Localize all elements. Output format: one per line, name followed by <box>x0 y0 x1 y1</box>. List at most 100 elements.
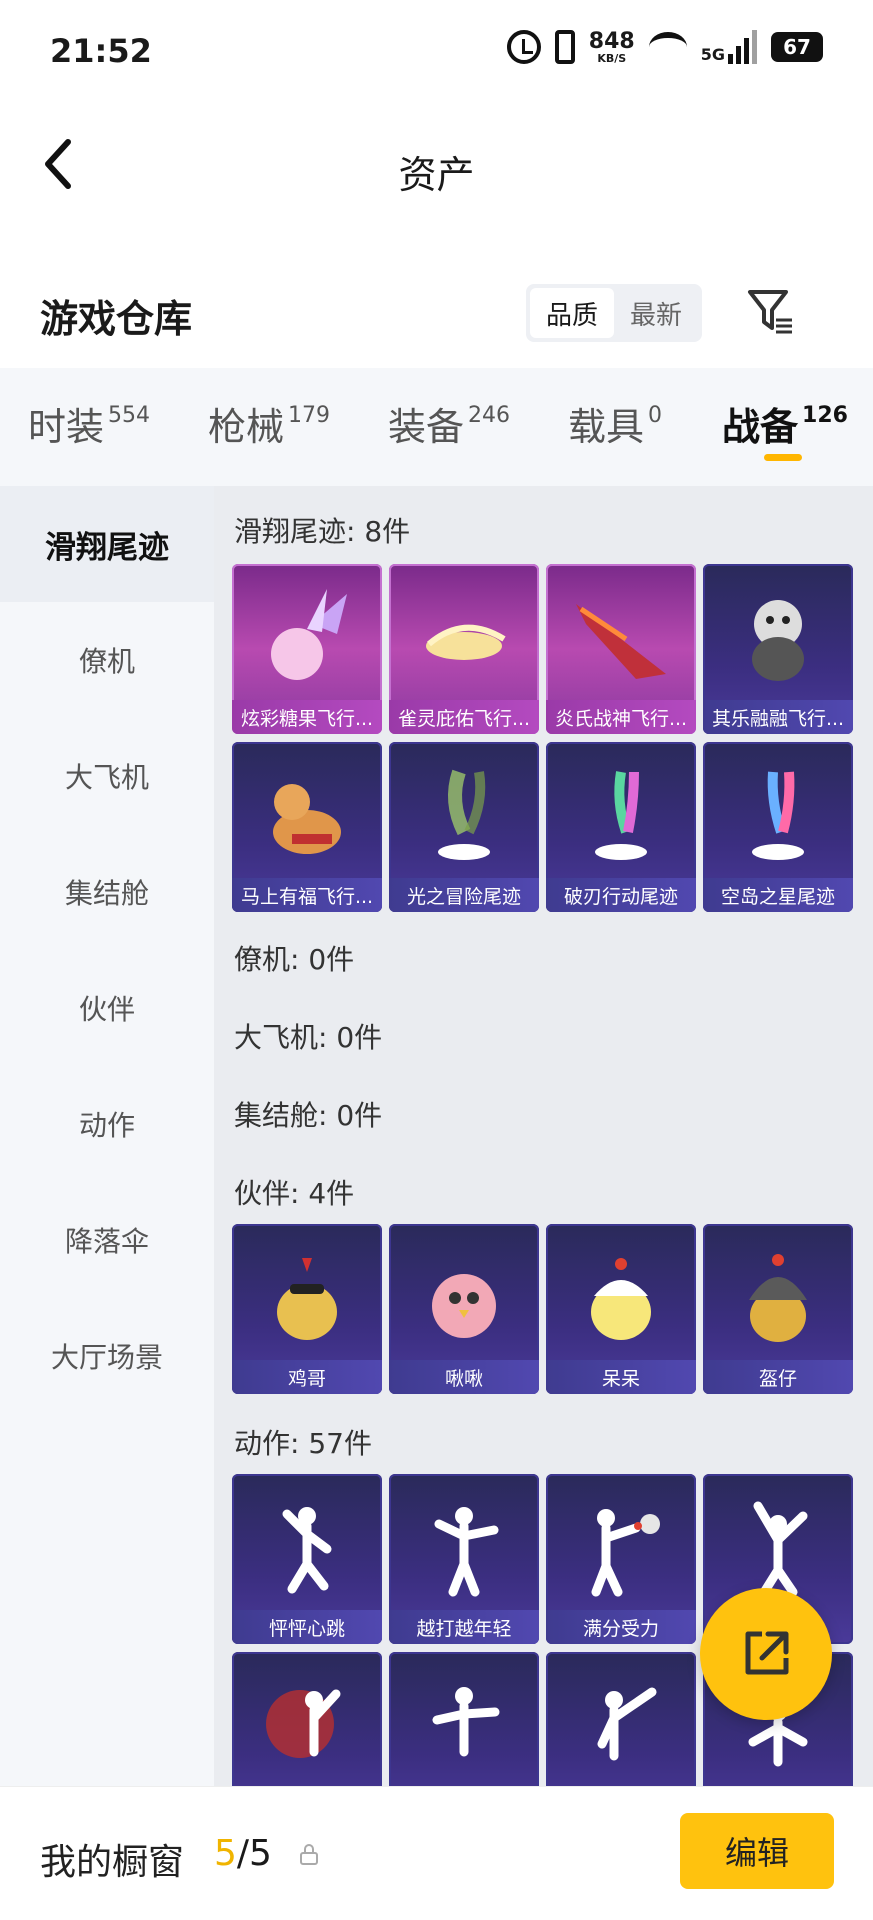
item-card[interactable]: 盔仔 <box>703 1224 853 1394</box>
sidebar-item-emote[interactable]: 动作 <box>0 1066 214 1182</box>
item-card[interactable]: 炎氏战神飞行... <box>546 564 696 734</box>
group-title-glide: 滑翔尾迹: 8件 <box>234 515 411 548</box>
group-title-wingman: 僚机: 0件 <box>234 943 355 976</box>
tab-count: 179 <box>288 403 331 428</box>
item-label: 满分受力 <box>546 1610 696 1644</box>
tab-label: 载具 <box>568 405 645 449</box>
celebrate-pose-icon <box>591 1509 660 1597</box>
item-card[interactable]: 其乐融融飞行... <box>703 564 853 734</box>
tab-label: 枪械 <box>208 405 285 449</box>
filter-icon[interactable] <box>746 286 794 338</box>
item-card[interactable] <box>546 1652 696 1786</box>
item-card[interactable]: 空岛之星尾迹 <box>703 742 853 912</box>
group-title-plane: 大飞机: 0件 <box>234 1021 383 1054</box>
tab-label: 时装 <box>28 405 105 449</box>
tab-count: 0 <box>648 403 663 428</box>
sidebar-item-glide-trail[interactable]: 滑翔尾迹 <box>0 486 214 602</box>
showcase-label: 我的橱窗 <box>40 1842 185 1883</box>
item-label: 炎氏战神飞行... <box>546 700 696 734</box>
helmet-chick-icon <box>749 1254 807 1342</box>
dance-pose-icon <box>282 1507 332 1594</box>
battery-icon: 67 <box>771 32 823 62</box>
item-card[interactable]: 啾啾 <box>389 1224 539 1394</box>
showcase-current: 5 <box>214 1833 237 1874</box>
item-card[interactable]: 越打越年轻 <box>389 1474 539 1644</box>
item-label: 越打越年轻 <box>389 1610 539 1644</box>
edit-button[interactable]: 编辑 <box>680 1813 834 1889</box>
item-label: 其乐融融飞行... <box>703 700 853 734</box>
tab-vehicles[interactable]: 载具 0 <box>568 396 662 451</box>
item-label: 鸡哥 <box>232 1360 382 1394</box>
item-label: 啾啾 <box>389 1360 539 1394</box>
dragon-wing-icon <box>576 604 666 679</box>
status-time: 21:52 <box>50 32 152 70</box>
item-card[interactable]: 光之冒险尾迹 <box>389 742 539 912</box>
tab-count: 554 <box>108 403 151 428</box>
net-speed-unit: KB/S <box>597 51 627 65</box>
item-card[interactable]: 破刃行动尾迹 <box>546 742 696 912</box>
wifi-icon <box>648 32 687 62</box>
group-title-pod: 集结舱: 0件 <box>234 1099 383 1132</box>
dance-pose-icon <box>597 1687 657 1761</box>
tab-label: 战备 <box>722 405 799 449</box>
pink-bird-icon <box>432 1274 496 1338</box>
status-bar: 21:52 848 KB/S 5G 67 <box>0 0 873 104</box>
item-card[interactable]: 满分受力 <box>546 1474 696 1644</box>
showcase-bar: 我的橱窗 5/5 编辑 <box>0 1786 873 1920</box>
rooster-icon <box>277 1258 337 1340</box>
sidebar-item-partner[interactable]: 伙伴 <box>0 950 214 1066</box>
item-card[interactable] <box>232 1652 382 1786</box>
item-card[interactable]: 怦怦心跳 <box>232 1474 382 1644</box>
item-label: 呆呆 <box>546 1360 696 1394</box>
star-trail-icon <box>752 771 804 860</box>
item-card[interactable]: 雀灵庇佑飞行... <box>389 564 539 734</box>
dance-pose-icon <box>432 1687 500 1757</box>
item-label: 空岛之星尾迹 <box>703 878 853 912</box>
item-label: 盔仔 <box>703 1360 853 1394</box>
tab-equipment[interactable]: 装备 246 <box>388 396 510 451</box>
tab-combat-gear[interactable]: 战备 126 <box>722 396 848 451</box>
category-tabs: 时装 554 枪械 179 装备 246 载具 0 战备 126 <box>0 368 873 486</box>
tab-count: 246 <box>468 403 511 428</box>
item-label: 马上有福飞行... <box>232 878 382 912</box>
item-label: 雀灵庇佑飞行... <box>389 700 539 734</box>
showcase-total: /5 <box>236 1833 272 1874</box>
item-card[interactable]: 马上有福飞行... <box>232 742 382 912</box>
tab-label: 装备 <box>388 405 465 449</box>
sidebar-item-pod[interactable]: 集结舱 <box>0 834 214 950</box>
app-header: 资产 <box>0 104 873 224</box>
share-button[interactable] <box>700 1588 832 1720</box>
network-type: 5G <box>700 45 725 64</box>
sidebar-item-big-plane[interactable]: 大飞机 <box>0 718 214 834</box>
rainbow-trail-icon <box>595 771 647 860</box>
net-speed-value: 848 <box>588 28 635 54</box>
tab-indicator <box>764 454 802 461</box>
tab-fashion[interactable]: 时装 554 <box>28 396 150 451</box>
group-title-emote: 动作: 57件 <box>234 1427 372 1460</box>
status-icons: 848 KB/S 5G 67 <box>506 28 823 65</box>
signal-icon: 5G <box>701 30 757 64</box>
warehouse-title: 游戏仓库 <box>40 297 193 341</box>
sidebar-item-lobby-scene[interactable]: 大厅场景 <box>0 1298 214 1414</box>
alarm-icon <box>506 30 541 64</box>
item-card[interactable]: 炫彩糖果飞行... <box>232 564 382 734</box>
feather-trail-icon <box>426 624 506 660</box>
sort-toggle: 品质 最新 <box>526 284 702 342</box>
tab-guns[interactable]: 枪械 179 <box>208 396 330 451</box>
sort-latest-button[interactable]: 最新 <box>614 288 698 338</box>
lock-icon <box>300 1844 318 1865</box>
page-title: 资产 <box>398 153 475 197</box>
item-label: 怦怦心跳 <box>232 1610 382 1644</box>
item-card[interactable] <box>389 1652 539 1786</box>
group-title-partner: 伙伴: 4件 <box>234 1177 355 1210</box>
vibrate-icon <box>554 30 575 64</box>
sidebar-item-parachute[interactable]: 降落伞 <box>0 1182 214 1298</box>
item-card[interactable]: 呆呆 <box>546 1224 696 1394</box>
candy-trail-icon <box>271 589 347 680</box>
sidebar-item-wingman[interactable]: 僚机 <box>0 602 214 718</box>
item-card[interactable]: 鸡哥 <box>232 1224 382 1394</box>
horse-toy-icon <box>273 784 341 854</box>
item-label: 炫彩糖果飞行... <box>232 700 382 734</box>
sidebar: 滑翔尾迹 僚机 大飞机 集结舱 伙伴 动作 降落伞 大厅场景 <box>0 486 214 1786</box>
sort-quality-button[interactable]: 品质 <box>530 288 614 338</box>
